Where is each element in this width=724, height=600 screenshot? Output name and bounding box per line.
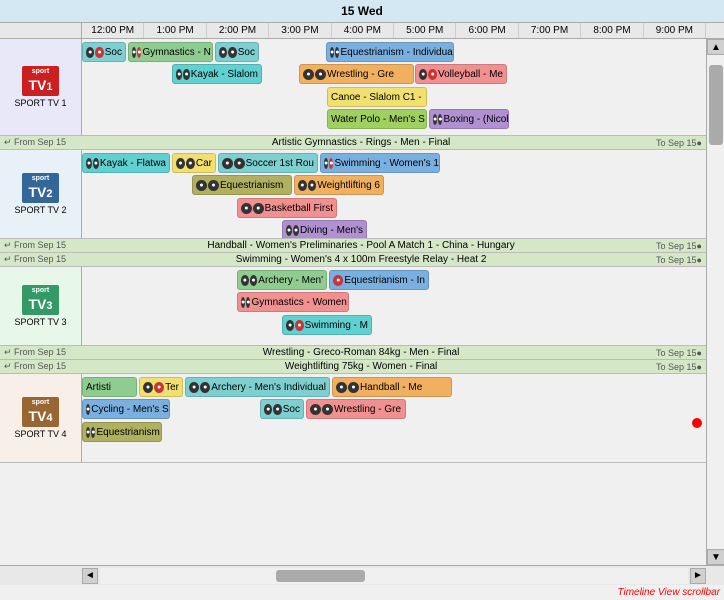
channel-header-spacer bbox=[0, 23, 82, 38]
event-canoe-2[interactable]: ●● Car bbox=[172, 153, 216, 173]
date-label: 15 Wed bbox=[341, 4, 383, 18]
event-wrestling-1[interactable]: ●● Wrestling - Gre bbox=[299, 64, 414, 84]
channel-name-tv2: SPORT TV 2 bbox=[14, 205, 66, 215]
channel-logo-tv1: sport TV1 SPORT TV 1 bbox=[0, 39, 82, 135]
scroll-thumb[interactable] bbox=[709, 65, 723, 145]
time-300: 3:00 PM bbox=[269, 23, 331, 38]
time-800: 8:00 PM bbox=[581, 23, 643, 38]
event-soccer-tv4[interactable]: ●● Soc bbox=[260, 399, 304, 419]
event-swimming-men[interactable]: ●● Swimming - M bbox=[282, 315, 372, 335]
event-handball-men[interactable]: ●● Handball - Me bbox=[332, 377, 452, 397]
channel-logo-tv2: sport TV2 SPORT TV 2 bbox=[0, 150, 82, 238]
time-700: 7:00 PM bbox=[519, 23, 581, 38]
status-bar: Timeline View scrollbar bbox=[0, 585, 724, 600]
red-dot-indicator bbox=[692, 418, 702, 428]
main-area: sport TV1 SPORT TV 1 ●● Soc ●● Gym bbox=[0, 39, 724, 565]
event-boxing[interactable]: ●● Boxing - (Nicol bbox=[429, 109, 509, 129]
event-volleyball[interactable]: ●● Volleyball - Me bbox=[415, 64, 507, 84]
timeline-tv4: Artisti ●● Ter ●● Archery - Men's Indivi… bbox=[82, 374, 706, 462]
event-swimming-womens[interactable]: ●● Swimming - Women's 100 bbox=[320, 153, 440, 173]
channel-row-tv1: sport TV1 SPORT TV 1 ●● Soc ●● Gym bbox=[0, 39, 706, 136]
time-600: 6:00 PM bbox=[456, 23, 518, 38]
channel-name-tv1: SPORT TV 1 bbox=[14, 98, 66, 108]
time-1200: 12:00 PM bbox=[82, 23, 144, 38]
h-scroll-thumb[interactable] bbox=[276, 570, 364, 582]
time-100: 1:00 PM bbox=[144, 23, 206, 38]
time-headers: 12:00 PM 1:00 PM 2:00 PM 3:00 PM 4:00 PM… bbox=[82, 23, 706, 38]
scroll-track[interactable] bbox=[707, 55, 724, 549]
h-scroll-left-button[interactable]: ◄ bbox=[82, 568, 98, 584]
channel-name-tv4: SPORT TV 4 bbox=[14, 429, 66, 439]
channel-row-tv2: sport TV2 SPORT TV 2 ●● Kayak - Flatwa bbox=[0, 150, 706, 239]
banner-tv3-1: ↵ From Sep 15 Handball - Women's Prelimi… bbox=[0, 239, 706, 253]
time-200: 2:00 PM bbox=[207, 23, 269, 38]
timeline-tv3: ●● Archery - Men' ● Equestrianism - In ●… bbox=[82, 267, 706, 345]
scroll-header-spacer bbox=[706, 23, 724, 38]
event-soccer-round[interactable]: ●● Soccer 1st Rou bbox=[218, 153, 318, 173]
banner-tv2-1: ↵ From Sep 15 Artistic Gymnastics - Ring… bbox=[0, 136, 706, 150]
event-kayak-flat[interactable]: ●● Kayak - Flatwa bbox=[82, 153, 170, 173]
event-soccer-2[interactable]: ●● Soc bbox=[215, 42, 259, 62]
event-gymnastics-1[interactable]: ●● Gymnastics - N bbox=[128, 42, 213, 62]
event-equestrianism-2[interactable]: ●● Equestrianism bbox=[192, 175, 292, 195]
h-scroll-right-button[interactable]: ► bbox=[690, 568, 706, 584]
event-equestrianism-ind[interactable]: ● Equestrianism - In bbox=[329, 270, 429, 290]
event-equestrianism-tv4[interactable]: ●● Equestrianism bbox=[82, 422, 162, 442]
event-archery-1[interactable]: ●● Archery - Men' bbox=[237, 270, 327, 290]
event-archery-men-ind[interactable]: ●● Archery - Men's Individual bbox=[185, 377, 330, 397]
scroll-up-button[interactable]: ▲ bbox=[707, 39, 724, 55]
event-diving[interactable]: ●● Diving - Men's bbox=[282, 220, 367, 238]
banner-tv3-2: ↵ From Sep 15 Swimming - Women's 4 x 100… bbox=[0, 253, 706, 267]
event-cycling[interactable]: ● Cycling - Men's S bbox=[82, 399, 170, 419]
time-400: 4:00 PM bbox=[332, 23, 394, 38]
event-weightlifting[interactable]: ●● Weightlifting 6 bbox=[294, 175, 384, 195]
channel-logo-tv4: sport TV4 SPORT TV 4 bbox=[0, 374, 82, 462]
horizontal-scroll-area: ◄ ► bbox=[0, 565, 724, 585]
time-header-row: 12:00 PM 1:00 PM 2:00 PM 3:00 PM 4:00 PM… bbox=[0, 23, 724, 39]
time-900: 9:00 PM bbox=[644, 23, 706, 38]
channels-area: sport TV1 SPORT TV 1 ●● Soc ●● Gym bbox=[0, 39, 706, 565]
event-waterpolo[interactable]: Water Polo - Men's S bbox=[327, 109, 427, 129]
scroll-down-button[interactable]: ▼ bbox=[707, 549, 724, 565]
channel-logo-tv3: sport TV3 SPORT TV 3 bbox=[0, 267, 82, 345]
banner-tv4-1: ↵ From Sep 15 Wrestling - Greco-Roman 84… bbox=[0, 346, 706, 360]
banner-tv4-2: ↵ From Sep 15 Weightlifting 75kg - Women… bbox=[0, 360, 706, 374]
timeline-tv1: ●● Soc ●● Gymnastics - N ●● Soc ●● Eques… bbox=[82, 39, 706, 135]
channel-row-tv3: sport TV3 SPORT TV 3 ●● Archery - Men' bbox=[0, 267, 706, 346]
event-tennis[interactable]: ●● Ter bbox=[139, 377, 183, 397]
h-scroll-track[interactable] bbox=[100, 568, 688, 584]
event-wrestling-tv4[interactable]: ●● Wrestling - Gre bbox=[306, 399, 406, 419]
status-label: Timeline View scrollbar bbox=[617, 587, 720, 598]
main-container: 15 Wed 12:00 PM 1:00 PM 2:00 PM 3:00 PM … bbox=[0, 0, 724, 600]
date-header: 15 Wed bbox=[0, 0, 724, 23]
event-equestrianism-1[interactable]: ●● Equestrianism - Individual bbox=[326, 42, 454, 62]
vertical-scrollbar: ▲ ▼ bbox=[706, 39, 724, 565]
event-canoe[interactable]: Canoe - Slalom C1 - bbox=[327, 87, 427, 107]
channel-row-tv4: sport TV4 SPORT TV 4 Artisti ●● Te bbox=[0, 374, 706, 463]
event-basketball[interactable]: ●● Basketball First bbox=[237, 198, 337, 218]
channel-name-tv3: SPORT TV 3 bbox=[14, 317, 66, 327]
time-500: 5:00 PM bbox=[394, 23, 456, 38]
timeline-tv2: ●● Kayak - Flatwa ●● Car ●● Soccer 1st R… bbox=[82, 150, 706, 238]
event-kayak-slalom[interactable]: ●● Kayak - Slalom bbox=[172, 64, 262, 84]
event-gymnastics-women[interactable]: ●● Gymnastics - Women - Qu bbox=[237, 292, 349, 312]
event-soccer-1[interactable]: ●● Soc bbox=[82, 42, 126, 62]
event-artistic[interactable]: Artisti bbox=[82, 377, 137, 397]
